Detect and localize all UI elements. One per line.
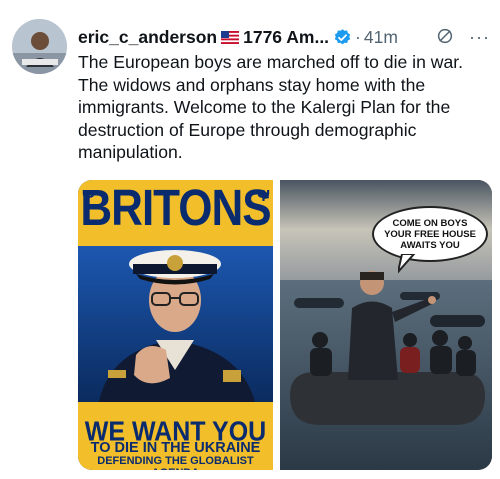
tweet-header: eric_c_anderson 1776 Am... · 41m ··· bbox=[78, 24, 492, 50]
boat-image[interactable]: COME ON BOYS YOUR FREE HOUSE AWAITS YOU bbox=[280, 180, 492, 470]
speech-bubble-line: AWAITS YOU bbox=[400, 239, 460, 251]
tweet-text: The European boys are marched off to die… bbox=[78, 52, 464, 162]
display-name[interactable]: 1776 Am... bbox=[243, 27, 329, 48]
poster-image[interactable]: Ψ Ψ BRITONS WE WANT YOU TO DIE IN THE UK… bbox=[78, 180, 273, 470]
us-flag-icon bbox=[221, 30, 240, 44]
edited-icon[interactable] bbox=[436, 27, 454, 50]
speech-bubble-line: COME ON BOYS bbox=[392, 217, 468, 229]
timestamp[interactable]: 41m bbox=[364, 27, 398, 48]
verified-badge-icon[interactable] bbox=[333, 28, 352, 47]
separator: · bbox=[355, 26, 361, 47]
more-options-icon[interactable]: ··· bbox=[469, 27, 490, 48]
speech-bubble: COME ON BOYS YOUR FREE HOUSE AWAITS YOU bbox=[372, 206, 488, 262]
username[interactable]: eric_c_anderson bbox=[78, 27, 217, 48]
speech-bubble-tail bbox=[398, 254, 416, 274]
avatar-image bbox=[12, 19, 67, 74]
media-container: Ψ Ψ BRITONS WE WANT YOU TO DIE IN THE UK… bbox=[78, 180, 492, 470]
speech-bubble-line: YOUR FREE HOUSE bbox=[384, 228, 476, 240]
poster-headline: BRITONS bbox=[80, 180, 271, 237]
poster-line-2: TO DIE IN THE UKRAINE bbox=[90, 440, 261, 456]
avatar[interactable] bbox=[12, 19, 67, 74]
poster-line-3: DEFENDING THE GLOBALIST AGENDA bbox=[97, 455, 254, 470]
